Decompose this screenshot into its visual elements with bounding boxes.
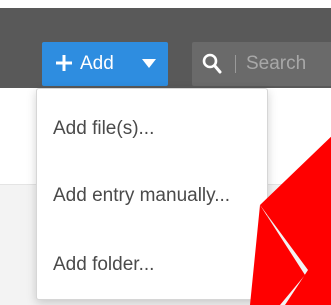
search-box[interactable] <box>192 42 331 86</box>
search-icon <box>202 53 222 74</box>
menu-item-add-entry-manually[interactable]: Add entry manually... <box>37 168 267 224</box>
add-dropdown-menu: Add file(s)... Add entry manually... Add… <box>36 88 268 300</box>
plus-icon <box>56 55 72 71</box>
menu-item-add-files[interactable]: Add file(s)... <box>37 101 267 157</box>
add-button[interactable]: Add <box>42 42 168 86</box>
search-input[interactable] <box>242 49 331 79</box>
search-separator <box>235 55 236 73</box>
caret-down-icon <box>142 59 156 68</box>
menu-item-add-folder[interactable]: Add folder... <box>37 237 267 293</box>
add-button-label: Add <box>80 53 114 74</box>
top-strip <box>0 0 331 8</box>
toolbar: Add <box>0 8 331 88</box>
